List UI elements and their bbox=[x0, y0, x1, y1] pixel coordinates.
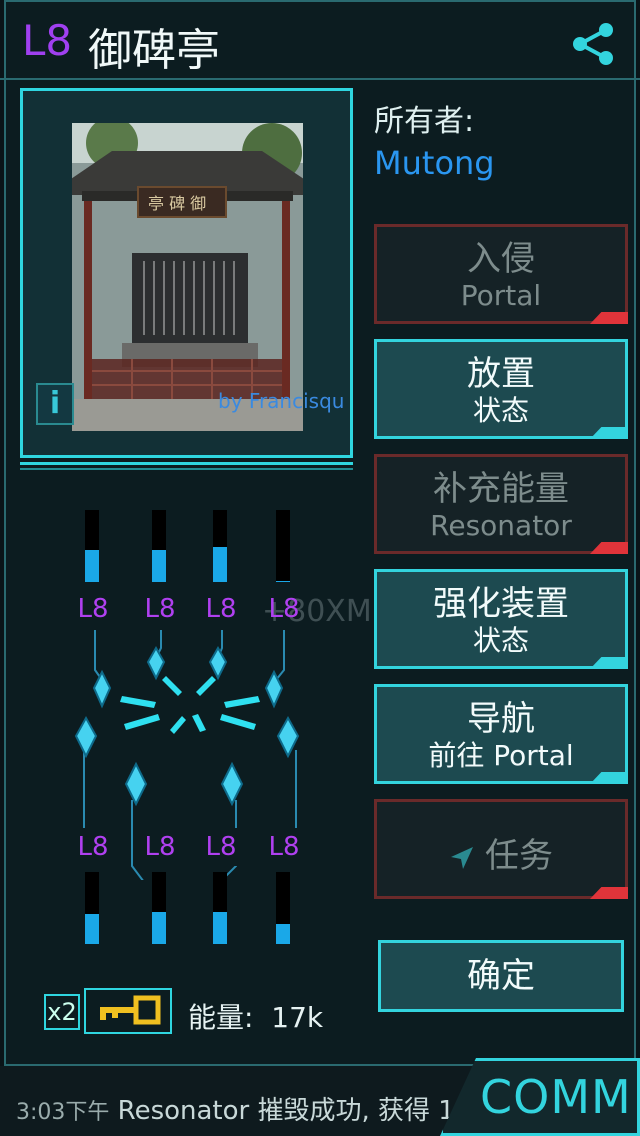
portal-photo-frame[interactable]: 亭 碑 御 i by Francisqu bbox=[20, 88, 353, 458]
button-sublabel: 前往 Portal bbox=[428, 739, 574, 772]
corner-accent bbox=[590, 887, 628, 899]
key-count: x2 bbox=[44, 994, 80, 1030]
svg-text:亭 碑 御: 亭 碑 御 bbox=[148, 194, 206, 213]
resonator-energy-bar bbox=[213, 872, 227, 944]
resonator-level: L8 bbox=[73, 828, 113, 866]
resonator-energy-bar bbox=[85, 872, 99, 944]
button-label: 强化装置 bbox=[433, 584, 569, 624]
key-icon bbox=[100, 995, 161, 1025]
pavilion-image: 亭 碑 御 bbox=[72, 123, 303, 431]
button-sublabel: Portal bbox=[460, 279, 542, 312]
button-sublabel: Resonator bbox=[430, 509, 572, 542]
resonator-level: L8 bbox=[201, 828, 241, 866]
navigate-button[interactable]: 导航 前往 Portal bbox=[374, 684, 628, 784]
owner-label: 所有者: bbox=[374, 104, 475, 139]
resonator-energy-bar bbox=[152, 872, 166, 944]
photo-credit: by Francisqu bbox=[218, 389, 345, 413]
button-label: 导航 bbox=[467, 699, 535, 739]
portal-title: 御碑亭 bbox=[88, 25, 220, 76]
mission-button[interactable]: 任务 bbox=[374, 799, 628, 899]
resonator-energy-bar bbox=[276, 872, 290, 944]
resonator-energy-bar bbox=[152, 510, 166, 582]
ticker-time: 3:03下午 bbox=[16, 1100, 110, 1125]
comm-label[interactable]: COMM bbox=[480, 1070, 632, 1124]
button-label: 放置 bbox=[467, 354, 535, 394]
portal-key-button[interactable] bbox=[84, 988, 172, 1034]
resonator-level: L8 bbox=[264, 828, 304, 866]
corner-accent bbox=[590, 772, 628, 784]
mod-status-button[interactable]: 强化装置 状态 bbox=[374, 569, 628, 669]
corner-accent bbox=[590, 312, 628, 324]
owner-name[interactable]: Mutong bbox=[374, 144, 495, 182]
mission-label-wrap: 任务 bbox=[377, 828, 625, 877]
corner-accent bbox=[590, 542, 628, 554]
corner-accent bbox=[590, 427, 628, 439]
hack-portal-button[interactable]: 入侵 Portal bbox=[374, 224, 628, 324]
deploy-status-button[interactable]: 放置 状态 bbox=[374, 339, 628, 439]
divider bbox=[20, 462, 353, 465]
divider bbox=[20, 468, 353, 470]
resonator-energy-bar bbox=[85, 510, 99, 582]
resonator-energy-bar bbox=[276, 510, 290, 582]
energy-readout: 能量: 17k bbox=[188, 996, 323, 1036]
resonator-energy-bar bbox=[213, 510, 227, 582]
comm-ticker[interactable]: 3:03下午 Resonator 摧毁成功, 获得 15 AP bbox=[16, 1090, 513, 1127]
resonator-level: L8 bbox=[268, 594, 300, 624]
info-button[interactable]: i bbox=[36, 383, 74, 425]
share-icon[interactable] bbox=[570, 20, 618, 68]
portal-header: L8 御碑亭 bbox=[0, 0, 640, 80]
energy-label: 能量: bbox=[188, 1001, 254, 1034]
recharge-resonator-button[interactable]: 补充能量 Resonator bbox=[374, 454, 628, 554]
corner-accent bbox=[590, 657, 628, 669]
resonator-level: L8 bbox=[201, 590, 241, 628]
resonator-level: L8 bbox=[140, 590, 180, 628]
button-label: 任务 bbox=[485, 836, 553, 876]
button-label: 补充能量 bbox=[433, 469, 569, 509]
resonator-level: L8 bbox=[140, 828, 180, 866]
confirm-button[interactable]: 确定 bbox=[378, 940, 624, 1012]
energy-value: 17k bbox=[271, 1001, 324, 1034]
portal-photo[interactable]: 亭 碑 御 bbox=[72, 123, 303, 431]
button-sublabel: 状态 bbox=[472, 624, 529, 657]
button-sublabel: 状态 bbox=[472, 394, 529, 427]
resonator-level: L8 bbox=[73, 590, 113, 628]
portal-level-badge: L8 bbox=[22, 16, 73, 65]
button-label: 入侵 bbox=[467, 239, 535, 279]
mission-arrow-icon bbox=[451, 846, 473, 869]
